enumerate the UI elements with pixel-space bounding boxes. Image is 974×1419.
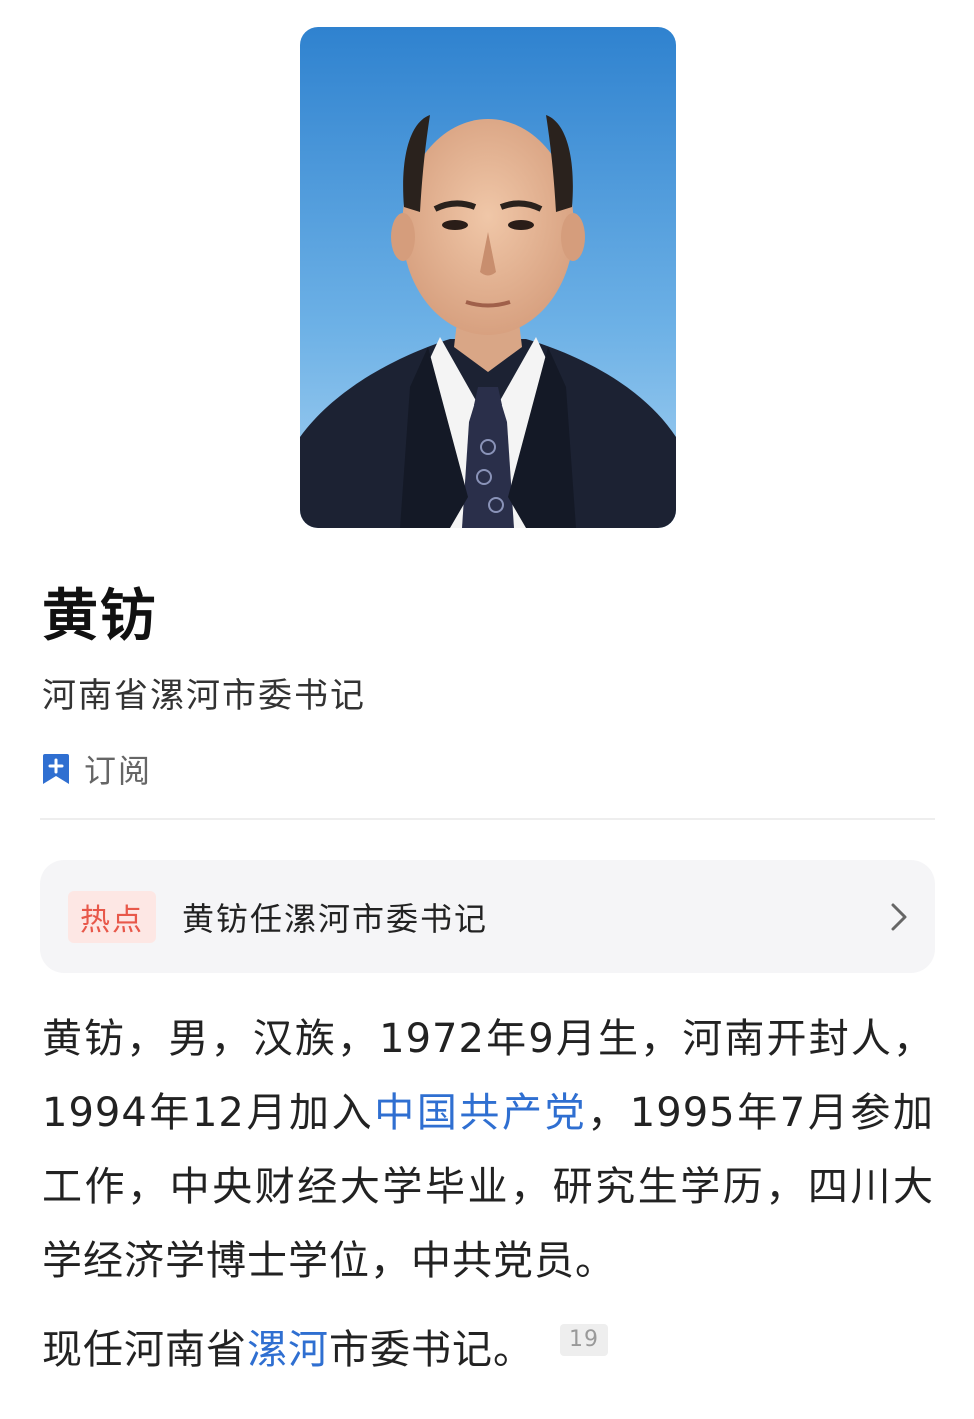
subscribe-button[interactable]: 订阅 — [42, 748, 152, 790]
current-suffix: 市委书记。 — [329, 1327, 534, 1373]
chevron-right-icon — [891, 903, 907, 930]
portrait-illustration — [300, 27, 676, 528]
subscribe-label: 订阅 — [84, 752, 153, 790]
biography-paragraph: 黄钫，男，汉族，1972年9月生，河南开封人，1994年12月加入中国共产党，1… — [42, 1002, 934, 1298]
hot-topic-title: 黄钫任漯河市委书记 — [182, 899, 489, 938]
hot-badge: 热点 — [68, 890, 156, 943]
hot-topic-card[interactable]: 热点 黄钫任漯河市委书记 — [40, 860, 935, 973]
current-position-paragraph: 现任河南省 漯河 市委书记。 19 — [42, 1320, 608, 1380]
entry-page: 黄钫 河南省漯河市委书记 订阅 热点 黄钫任漯河市委书记 黄钫，男，汉族，197… — [0, 0, 974, 1419]
current-prefix: 现任河南省 — [42, 1327, 247, 1373]
bookmark-plus-icon — [43, 754, 69, 784]
link-ccp[interactable]: 中国共产党 — [374, 1090, 587, 1136]
portrait-photo[interactable] — [300, 27, 676, 528]
reference-badge[interactable]: 19 — [560, 1324, 608, 1356]
link-luohe[interactable]: 漯河 — [247, 1320, 329, 1380]
person-name: 黄钫 — [42, 584, 158, 649]
person-title: 河南省漯河市委书记 — [42, 676, 366, 716]
section-divider — [40, 818, 935, 820]
